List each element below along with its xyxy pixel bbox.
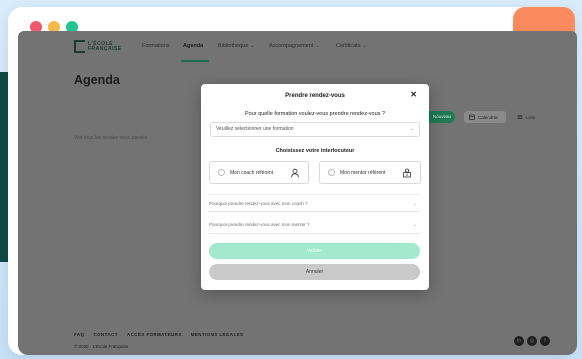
cancel-button[interactable]: Annuler bbox=[209, 264, 420, 280]
nav-item-bibliotheque[interactable]: Bibliothèque ⌄ bbox=[218, 43, 254, 49]
footer-link-legal[interactable]: MENTIONS LÉGALES bbox=[191, 332, 244, 337]
nav-item-accompagnement[interactable]: Accompagnement ⌄ bbox=[269, 43, 320, 49]
close-icon[interactable]: ✕ bbox=[410, 91, 417, 99]
left-accent-strip bbox=[0, 72, 8, 262]
interlocutor-question: Choisissez votre interlocuteur bbox=[275, 148, 355, 154]
coach-radio[interactable] bbox=[218, 169, 225, 176]
footer-link-trainers[interactable]: ACCÈS FORMATEURS bbox=[127, 332, 182, 337]
formation-question: Pour quelle formation voulez-vous prendr… bbox=[244, 111, 386, 117]
formation-select-placeholder: Veuillez sélectionner une formation bbox=[216, 126, 294, 132]
chevron-down-icon: ⌄ bbox=[250, 43, 255, 49]
mentor-option-label: Mon mentor référent bbox=[340, 169, 386, 176]
calendar-icon bbox=[469, 114, 475, 120]
chevron-down-icon: ⌄ bbox=[409, 126, 414, 132]
modal-title: Prendre rendez-vous bbox=[285, 93, 345, 99]
footer-link-contact[interactable]: CONTACT bbox=[93, 332, 117, 337]
accordion-mentor-label: Pourquoi prendre rendez-vous avec mon me… bbox=[209, 222, 310, 227]
coach-option[interactable]: Mon coach référent bbox=[209, 161, 309, 184]
chevron-down-icon: ⌄ bbox=[315, 43, 320, 49]
calendar-view-button[interactable]: Calendrier bbox=[464, 111, 506, 123]
footer-copyright: © 2025 · L'École Française bbox=[74, 344, 129, 349]
chevron-down-icon: ⌄ bbox=[412, 201, 417, 207]
mentor-icon bbox=[403, 168, 411, 178]
mentor-radio[interactable] bbox=[328, 169, 335, 176]
chevron-down-icon: ⌄ bbox=[362, 43, 367, 49]
list-icon bbox=[517, 115, 523, 119]
footer-link-faq[interactable]: FAQ bbox=[74, 332, 84, 337]
linkedin-icon[interactable]: in bbox=[514, 336, 524, 346]
facebook-icon[interactable]: f bbox=[540, 336, 550, 346]
accordion-coach-label: Pourquoi prendre rendez-vous avec mon co… bbox=[209, 201, 308, 206]
social-links: in ◎ f bbox=[514, 336, 550, 346]
list-view-button[interactable]: Liste bbox=[512, 111, 552, 123]
brand-logo[interactable]: L'ÉCOLE FRANÇAISE bbox=[74, 40, 130, 53]
coach-option-label: Mon coach référent bbox=[230, 169, 274, 176]
nav-item-agenda[interactable]: Agenda bbox=[183, 43, 203, 49]
submit-button[interactable]: Valider bbox=[209, 243, 420, 259]
top-navigation: L'ÉCOLE FRANÇAISE Formations Agenda Bibli… bbox=[18, 31, 577, 64]
accordion-mentor[interactable]: Pourquoi prendre rendez-vous avec mon me… bbox=[209, 216, 420, 234]
accordion-coach[interactable]: Pourquoi prendre rendez-vous avec mon co… bbox=[209, 194, 420, 212]
nav-item-certificats[interactable]: Certificats ⌄ bbox=[336, 43, 367, 49]
past-appointments-link[interactable]: Voir tous les rendez-vous passés bbox=[74, 135, 147, 141]
mentor-option[interactable]: Mon mentor référent bbox=[319, 161, 421, 184]
nav-item-formations[interactable]: Formations bbox=[142, 43, 170, 49]
instagram-icon[interactable]: ◎ bbox=[527, 336, 537, 346]
page-title: Agenda bbox=[74, 73, 120, 87]
logo-text: L'ÉCOLE FRANÇAISE bbox=[88, 40, 122, 52]
person-icon bbox=[291, 168, 299, 178]
appointment-modal: Prendre rendez-vous ✕ Pour quelle format… bbox=[201, 84, 429, 290]
formation-select[interactable]: Veuillez sélectionner une formation ⌄ bbox=[210, 122, 420, 137]
footer-links: FAQ CONTACT ACCÈS FORMATEURS MENTIONS LÉ… bbox=[74, 332, 243, 337]
chevron-down-icon: ⌄ bbox=[412, 222, 417, 228]
active-tab-indicator bbox=[181, 60, 209, 62]
logo-mark-icon bbox=[74, 40, 85, 53]
